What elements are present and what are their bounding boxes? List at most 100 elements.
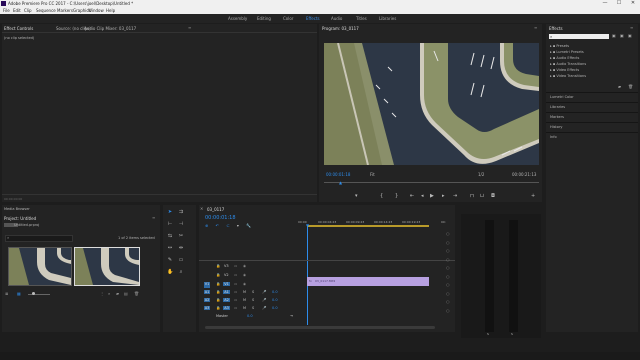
- ws-effects[interactable]: Effects: [306, 16, 320, 21]
- mute-button[interactable]: M: [243, 290, 246, 294]
- program-menu-icon[interactable]: ≡: [534, 25, 537, 30]
- clip-thumbnail-2[interactable]: [74, 247, 140, 286]
- export-frame-icon[interactable]: ◘: [491, 193, 495, 199]
- panel-info[interactable]: Info: [550, 135, 557, 139]
- project-menu-icon[interactable]: ≡: [152, 215, 155, 220]
- ws-libraries[interactable]: Libraries: [379, 16, 396, 21]
- panel-lumetri-color[interactable]: Lumetri Color: [550, 95, 574, 99]
- source-patch-a2[interactable]: A2: [204, 298, 210, 302]
- source-patch-v1[interactable]: V1: [204, 282, 210, 288]
- track-select-tool-icon[interactable]: ⇉: [178, 209, 184, 215]
- add-button-icon[interactable]: +: [531, 193, 535, 199]
- selection-tool-icon[interactable]: ➤: [167, 209, 173, 215]
- slip-tool-icon[interactable]: ↔: [167, 245, 173, 251]
- slide-tool-icon[interactable]: ⇹: [178, 245, 184, 251]
- tab-effects[interactable]: Effects: [549, 26, 563, 31]
- fit-dropdown[interactable]: Fit: [370, 172, 375, 177]
- timeline-vertical-scroll[interactable]: ○ ○ ○ ○ ○ ○ ○ ○ ○ ○: [446, 230, 452, 320]
- timeline-settings-icon[interactable]: 🔧: [246, 223, 251, 228]
- ws-editing[interactable]: Editing: [257, 16, 271, 21]
- meter-solo-left[interactable]: S: [487, 332, 489, 336]
- automate-sequence-icon[interactable]: ⋮: [100, 291, 104, 296]
- list-view-icon[interactable]: ≣: [5, 291, 8, 296]
- clip-thumbnail-1[interactable]: [8, 247, 72, 286]
- tab-media-browser[interactable]: Media Browser: [4, 207, 30, 211]
- menu-window[interactable]: Window: [88, 8, 104, 13]
- tab-audio-clip-mixer[interactable]: Audio Clip Mixer: 03_0117: [84, 26, 136, 31]
- minimize-button[interactable]: —: [598, 0, 612, 7]
- master-volume[interactable]: 0.0: [247, 314, 253, 318]
- new-item-icon[interactable]: ▤: [124, 291, 128, 296]
- solo-button[interactable]: S: [252, 298, 254, 302]
- track-label-a1[interactable]: A1: [223, 290, 230, 294]
- timeline-tab[interactable]: 03_0117: [207, 207, 224, 212]
- rectangle-tool-icon[interactable]: ▭: [178, 257, 184, 263]
- mark-out-icon[interactable]: }: [395, 193, 398, 199]
- track-volume-a3[interactable]: 0.0: [272, 306, 278, 310]
- pen-tool-icon[interactable]: ✎: [167, 257, 173, 263]
- sync-lock-icon[interactable]: ▭: [234, 298, 237, 302]
- eye-icon[interactable]: ◉: [243, 264, 246, 268]
- track-lock-icon[interactable]: 🔒: [216, 290, 220, 294]
- meter-solo-right[interactable]: S: [511, 332, 513, 336]
- icon-view-icon[interactable]: ▦: [17, 291, 21, 296]
- effects-folder-video-transitions[interactable]: ▸ ▪ Video Transitions: [550, 74, 586, 78]
- lift-icon[interactable]: ⊓: [470, 193, 474, 199]
- tab-project[interactable]: Project: Untitled: [4, 216, 36, 221]
- tab-program[interactable]: Program: 03_0117: [322, 26, 359, 31]
- extract-icon[interactable]: ⊔: [480, 193, 484, 199]
- ws-assembly[interactable]: Assembly: [228, 16, 247, 21]
- mute-button[interactable]: M: [243, 306, 246, 310]
- menu-clip[interactable]: Clip: [24, 8, 32, 13]
- zoom-slider-handle[interactable]: [32, 292, 35, 295]
- program-timecode[interactable]: 00:00:01:18: [326, 172, 350, 177]
- panel-libraries[interactable]: Libraries: [550, 105, 565, 109]
- rate-stretch-tool-icon[interactable]: ⇆: [167, 233, 173, 239]
- source-patch-a1[interactable]: A1: [204, 290, 210, 294]
- program-video-frame[interactable]: [324, 43, 539, 165]
- linked-selection-icon[interactable]: ⊂: [226, 223, 229, 228]
- menu-markers[interactable]: Markers: [57, 8, 73, 13]
- 32bit-effects-icon[interactable]: ▣: [620, 33, 624, 38]
- menu-sequence[interactable]: Sequence: [36, 8, 56, 13]
- solo-button[interactable]: S: [252, 290, 254, 294]
- mute-button[interactable]: M: [243, 298, 246, 302]
- track-label-a3[interactable]: A3: [223, 306, 230, 310]
- razor-tool-icon[interactable]: ✂: [178, 233, 184, 239]
- work-area-bar[interactable]: [307, 225, 429, 227]
- menu-file[interactable]: File: [3, 8, 10, 13]
- eye-icon[interactable]: ◉: [243, 273, 246, 277]
- program-scrub-bar[interactable]: [324, 182, 539, 183]
- panel-menu-icon[interactable]: ≡: [188, 25, 191, 30]
- ws-audio[interactable]: Audio: [331, 16, 342, 21]
- tab-effect-controls[interactable]: Effect Controls: [4, 26, 33, 31]
- add-marker-icon[interactable]: ▾: [355, 193, 358, 199]
- effects-folder-presets[interactable]: ▸ ▪ Presets: [550, 44, 569, 48]
- source-patch-a3[interactable]: A3: [204, 306, 210, 310]
- close-sequence-icon[interactable]: ✕: [200, 206, 203, 211]
- panel-markers[interactable]: Markers: [550, 115, 564, 119]
- track-volume-a1[interactable]: 0.0: [272, 290, 278, 294]
- mic-icon[interactable]: 🎤: [262, 290, 266, 294]
- effects-search-input[interactable]: ⌕: [549, 34, 609, 39]
- sync-lock-icon[interactable]: ▭: [234, 282, 237, 286]
- yuv-effects-icon[interactable]: ▣: [628, 33, 632, 38]
- timeline-timecode[interactable]: 00:00:01:18: [205, 215, 236, 221]
- clear-icon[interactable]: 🗑: [134, 291, 139, 296]
- track-lock-icon[interactable]: 🔒: [216, 298, 220, 302]
- quality-dropdown[interactable]: 1/2: [478, 172, 484, 177]
- play-icon[interactable]: ▶: [430, 193, 434, 199]
- effects-folder-audio-transitions[interactable]: ▸ ▪ Audio Transitions: [550, 62, 586, 66]
- step-forward-icon[interactable]: ▸: [442, 193, 445, 199]
- hand-tool-icon[interactable]: ✋: [167, 269, 173, 275]
- effects-folder-lumetri[interactable]: ▸ ▪ Lumetri Presets: [550, 50, 584, 54]
- rolling-edit-tool-icon[interactable]: ⊣: [178, 221, 184, 227]
- track-label-a2[interactable]: A2: [223, 298, 230, 302]
- master-go-to-end-icon[interactable]: ⇥: [290, 314, 293, 318]
- effects-menu-icon[interactable]: ≡: [630, 25, 633, 30]
- accelerated-effects-icon[interactable]: ▣: [612, 33, 616, 38]
- snap-icon[interactable]: ↶: [216, 223, 219, 228]
- nest-icon[interactable]: ⊕: [205, 223, 208, 228]
- ws-titles[interactable]: Titles: [356, 16, 367, 21]
- sync-lock-icon[interactable]: ▭: [234, 306, 237, 310]
